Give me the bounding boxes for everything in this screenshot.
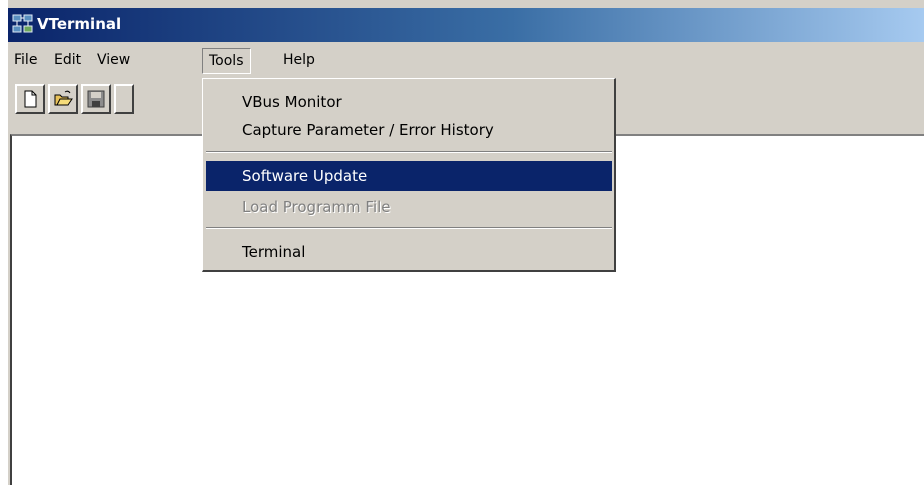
window-title: VTerminal [37, 15, 122, 33]
open-folder-icon [54, 90, 73, 106]
menu-bar: File Edit View Tools Help [8, 44, 924, 76]
menu-edit[interactable]: Edit [48, 48, 87, 72]
tools-menu: VBus Monitor Capture Parameter / Error H… [202, 78, 616, 272]
new-document-button[interactable] [15, 84, 45, 114]
app-icon[interactable] [12, 14, 33, 34]
menu-separator [206, 227, 612, 229]
save-disk-icon [87, 90, 105, 108]
menu-tools[interactable]: Tools [202, 48, 251, 74]
menu-file[interactable]: File [8, 48, 43, 72]
menu-help[interactable]: Help [277, 48, 321, 72]
partial-toolbar-button[interactable] [114, 84, 134, 114]
menu-item-terminal[interactable]: Terminal [206, 237, 612, 267]
save-button[interactable] [81, 84, 111, 114]
menu-item-load-programm-file: Load Programm File [242, 198, 391, 216]
menu-item-software-update[interactable]: Software Update [206, 161, 612, 191]
new-document-icon [24, 90, 37, 108]
menu-view[interactable]: View [91, 48, 136, 72]
menu-separator [206, 151, 612, 153]
menu-item-capture-parameter[interactable]: Capture Parameter / Error History [206, 115, 612, 145]
menu-item-vbus-monitor[interactable]: VBus Monitor [206, 87, 612, 117]
open-folder-button[interactable] [48, 84, 78, 114]
title-bar[interactable]: VTerminal [8, 8, 924, 42]
